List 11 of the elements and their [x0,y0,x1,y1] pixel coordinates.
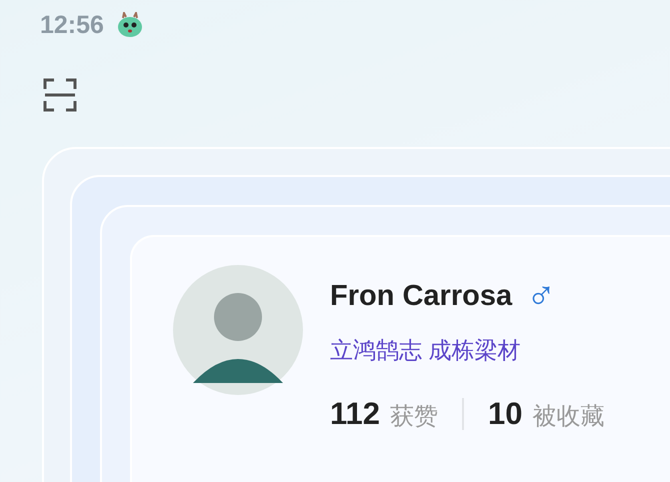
avatar[interactable] [173,265,303,395]
stat-label: 获赞 [390,402,438,432]
stat-value: 112 [330,396,380,432]
stat-value: 10 [488,396,522,432]
status-time: 12:56 [40,10,104,40]
stat-label: 被收藏 [532,402,604,432]
user-name: Fron Carrosa [330,280,512,312]
scan-icon[interactable] [43,78,77,112]
user-motto: 立鸿鹄志 成栋梁材 [330,336,522,365]
gender-symbol: ♂ [526,279,556,313]
mascot-icon [116,12,144,38]
